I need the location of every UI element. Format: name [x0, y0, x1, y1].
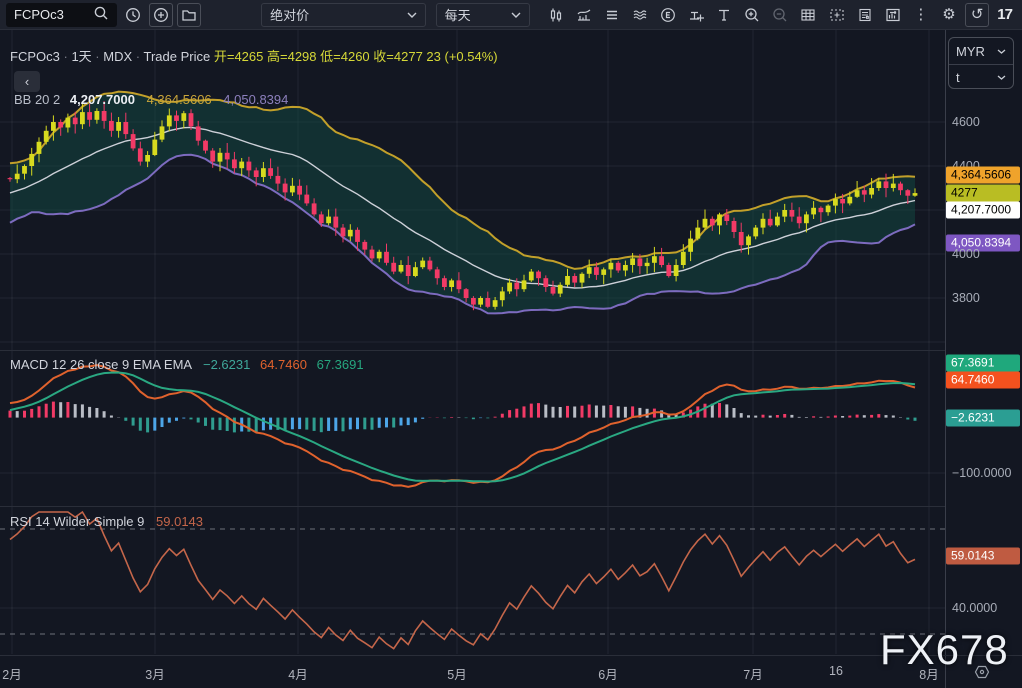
- ohlc-close: 收=4277: [373, 49, 423, 64]
- text-tool-icon[interactable]: [712, 3, 736, 27]
- price-mode-select[interactable]: 绝对价: [261, 3, 425, 27]
- rsi-legend[interactable]: RSI 14 Wilder Simple 9 59.0143: [10, 514, 203, 529]
- rsi-value: 59.0143: [156, 514, 203, 529]
- legend-symbol: FCPOc3: [10, 49, 60, 64]
- macd-legend[interactable]: MACD 12 26 close 9 EMA EMA −2.6231 64.74…: [10, 357, 364, 372]
- indicators-icon[interactable]: [572, 3, 596, 27]
- macd-hist-value: −2.6231: [203, 357, 250, 372]
- zoom-in-icon[interactable]: [740, 3, 764, 27]
- price-tick-label: 4000: [952, 247, 980, 261]
- legend-interval: 1天: [71, 49, 91, 64]
- time-label: 7月: [743, 664, 762, 683]
- price-badge: 4277: [946, 185, 1020, 202]
- layout-layers-icon[interactable]: [600, 3, 624, 27]
- price-tick-label: 3800: [952, 291, 980, 305]
- kebab-menu-icon[interactable]: ⋮: [909, 3, 933, 27]
- measure-icon[interactable]: [684, 3, 708, 27]
- search-icon: [93, 5, 109, 24]
- snapshot-icon[interactable]: [825, 3, 849, 27]
- time-label: 3月: [145, 664, 164, 683]
- ohlc-change: 23 (+0.54%): [426, 49, 497, 64]
- undo-icon[interactable]: ↺: [965, 3, 989, 27]
- time-axis[interactable]: 2月 3月 4月 5月 6月 7月 16 8月: [0, 655, 1022, 688]
- unit-value: t: [956, 70, 960, 85]
- time-label: 16: [829, 664, 843, 678]
- price-mode-value: 绝对价: [270, 5, 309, 24]
- time-label: 4月: [288, 664, 307, 683]
- top-toolbar: FCPOc3 绝对价 每天: [0, 0, 1022, 30]
- price-axis[interactable]: MYR t 460044004,364.560642774,207.70004,…: [946, 30, 1022, 655]
- symbol-search[interactable]: FCPOc3: [6, 3, 117, 27]
- price-badge: 4,207.7000: [946, 202, 1020, 219]
- price-tick-label: 4600: [952, 115, 980, 129]
- interval-select[interactable]: 每天: [436, 3, 530, 27]
- bb-title: BB 20 2: [14, 92, 60, 107]
- bb-legend[interactable]: BB 20 2 4,207.7000 4,364.5606 4,050.8394: [14, 92, 288, 107]
- bar-report-icon[interactable]: [881, 3, 905, 27]
- time-label: 6月: [598, 664, 617, 683]
- macd-signal-value: 67.3691: [317, 357, 364, 372]
- bb-lower-value: 4,050.8394: [223, 92, 288, 107]
- chevron-down-icon: [997, 75, 1006, 80]
- timezone-icon[interactable]: [972, 662, 992, 687]
- currency-select[interactable]: MYR: [949, 38, 1013, 64]
- currency-value: MYR: [956, 44, 985, 59]
- folder-icon[interactable]: [177, 3, 201, 27]
- legend-series: Trade Price: [144, 49, 211, 64]
- pane-separator-rsi[interactable]: [0, 506, 945, 507]
- price-badge: −2.6231: [946, 410, 1020, 427]
- tradingview-logo[interactable]: 17: [993, 6, 1016, 23]
- time-label: 8月: [919, 664, 938, 683]
- price-badge: 59.0143: [946, 548, 1020, 565]
- compare-plus-icon[interactable]: [149, 3, 173, 27]
- news-icon[interactable]: [853, 3, 877, 27]
- currency-unit-box: MYR t: [948, 37, 1014, 89]
- price-badge: 67.3691: [946, 355, 1020, 372]
- circled-e-icon[interactable]: [656, 3, 680, 27]
- gear-icon[interactable]: ⚙: [937, 3, 961, 27]
- collapse-legend-button[interactable]: ‹: [14, 71, 40, 92]
- chevron-down-icon: [511, 12, 521, 18]
- price-badge: 64.7460: [946, 372, 1020, 389]
- macd-title: MACD 12 26 close 9 EMA EMA: [10, 357, 191, 372]
- ohlc-low: 低=4260: [320, 49, 370, 64]
- clock-icon[interactable]: [121, 3, 145, 27]
- price-tick-label: 40.0000: [952, 601, 997, 615]
- symbol-text: FCPOc3: [14, 7, 64, 22]
- zoom-out-icon[interactable]: [768, 3, 792, 27]
- waves-icon[interactable]: [628, 3, 652, 27]
- grid-icon[interactable]: [796, 3, 820, 27]
- chevron-down-icon: [997, 49, 1006, 54]
- interval-value: 每天: [445, 5, 471, 24]
- bb-upper-value: 4,364.5606: [147, 92, 212, 107]
- rsi-title: RSI 14 Wilder Simple 9: [10, 514, 144, 529]
- price-tick-label: −100.0000: [952, 466, 1011, 480]
- chart-legend[interactable]: FCPOc3 · 1天 · MDX · Trade Price 开=4265 高…: [10, 46, 498, 65]
- price-badge: 4,364.5606: [946, 167, 1020, 184]
- tradingview-app: FCPOc3 绝对价 每天: [0, 0, 1022, 688]
- pane-separator-macd[interactable]: [0, 350, 945, 351]
- time-label: 2月: [2, 664, 21, 683]
- unit-select[interactable]: t: [949, 64, 1013, 90]
- macd-line-value: 64.7460: [260, 357, 307, 372]
- chevron-down-icon: [407, 12, 417, 18]
- ohlc-high: 高=4298: [267, 49, 317, 64]
- candlestick-style-icon[interactable]: [544, 3, 568, 27]
- time-label: 5月: [447, 664, 466, 683]
- ohlc-open: 开=4265: [214, 49, 264, 64]
- legend-exchange: MDX: [103, 49, 132, 64]
- bb-basis-value: 4,207.7000: [70, 92, 135, 107]
